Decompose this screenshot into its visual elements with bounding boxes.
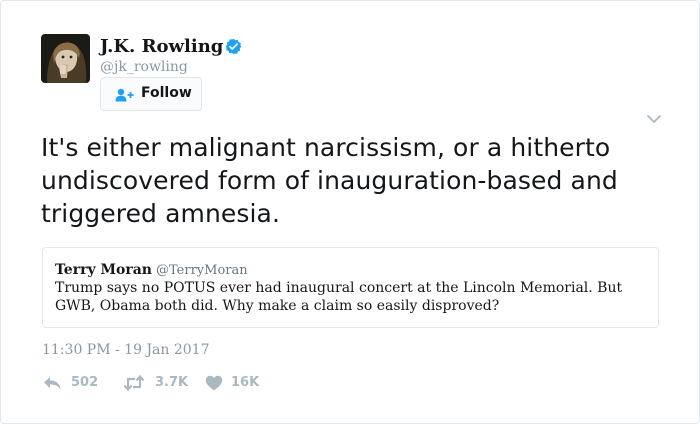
tweet-card: J.K. Rowling @jk_rowling Follow It's eit…	[0, 0, 700, 424]
tweet-timestamp[interactable]: 11:30 PM - 19 Jan 2017	[42, 342, 210, 358]
quoted-author-name: Terry Moran	[55, 262, 152, 278]
reply-count: 502	[71, 375, 99, 390]
quoted-author-handle: @TerryMoran	[156, 263, 248, 278]
retweet-count: 3.7K	[155, 375, 189, 390]
heart-icon	[205, 375, 223, 391]
retweet-button[interactable]: 3.7K	[123, 373, 193, 393]
verified-badge-icon	[225, 38, 242, 55]
reply-icon	[44, 377, 61, 390]
author-handle[interactable]: @jk_rowling	[100, 59, 188, 75]
add-user-icon	[115, 88, 134, 102]
avatar[interactable]	[41, 34, 90, 83]
reply-button[interactable]: 502	[42, 373, 102, 393]
chevron-down-icon[interactable]	[646, 113, 662, 125]
follow-label: Follow	[141, 85, 192, 101]
retweet-icon	[123, 375, 145, 391]
tweet-text: It's either malignant narcissism, or a h…	[41, 133, 618, 228]
quoted-tweet[interactable]: Terry Moran @TerryMoran Trump says no PO…	[42, 247, 659, 328]
author-name[interactable]: J.K. Rowling	[100, 36, 223, 57]
like-button[interactable]: 16K	[205, 373, 265, 393]
follow-button[interactable]: Follow	[100, 77, 202, 111]
quoted-tweet-text: Trump says no POTUS ever had inaugural c…	[55, 280, 623, 314]
like-count: 16K	[231, 375, 260, 390]
